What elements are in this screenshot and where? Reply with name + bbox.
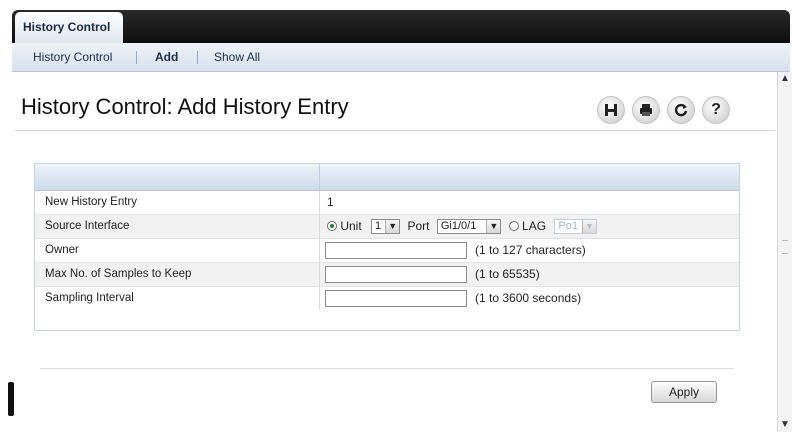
top-tab-bar — [12, 10, 790, 43]
refresh-icon[interactable] — [667, 96, 695, 124]
chevron-down-icon: ▼ — [581, 220, 596, 234]
new-history-entry-label: New History Entry — [45, 196, 138, 208]
bottom-divider — [40, 368, 734, 369]
history-entry-form: New History Entry 1 Source Interface Uni… — [34, 163, 740, 331]
tab-history-control[interactable]: History Control — [15, 12, 123, 43]
lag-radio[interactable] — [508, 221, 519, 231]
unit-label: Unit — [340, 219, 362, 233]
scroll-grip-icon[interactable] — [782, 240, 788, 254]
port-select[interactable]: Gi1/0/1 ▼ — [436, 219, 502, 235]
subnav-separator — [197, 51, 198, 64]
lag-select-value: Po1 — [558, 220, 578, 233]
side-handle[interactable] — [8, 382, 14, 416]
help-icon[interactable]: ? — [702, 96, 730, 124]
print-icon[interactable] — [632, 96, 660, 124]
source-interface-label: Source Interface — [45, 220, 130, 232]
form-row-max-samples: Max No. of Samples to Keep (1 to 65535) — [35, 263, 739, 287]
apply-button[interactable]: Apply — [651, 381, 717, 403]
max-samples-label: Max No. of Samples to Keep — [45, 268, 192, 280]
save-icon[interactable] — [597, 96, 625, 124]
subnav-history-control[interactable]: History Control — [33, 43, 112, 71]
chevron-down-icon[interactable]: ▼ — [486, 220, 501, 234]
form-row-owner: Owner (1 to 127 characters) — [35, 239, 739, 263]
vertical-scrollbar[interactable]: ▲ ▼ — [777, 72, 792, 432]
port-select-value: Gi1/0/1 — [440, 220, 477, 233]
unit-radio[interactable] — [327, 221, 337, 231]
sub-navigation: History Control Add Show All — [12, 43, 790, 72]
title-divider — [15, 130, 775, 131]
owner-label: Owner — [45, 244, 79, 256]
unit-select[interactable]: 1 ▼ — [371, 219, 401, 235]
scroll-down-icon[interactable]: ▼ — [778, 418, 792, 432]
subnav-add[interactable]: Add — [155, 43, 178, 71]
chevron-down-icon[interactable]: ▼ — [385, 220, 400, 234]
help-glyph: ? — [711, 101, 721, 118]
form-row-new-history-entry: New History Entry 1 — [35, 191, 739, 215]
form-header — [35, 164, 739, 191]
subnav-separator — [136, 51, 137, 64]
max-samples-hint: (1 to 65535) — [475, 267, 540, 281]
sampling-interval-hint: (1 to 3600 seconds) — [475, 291, 582, 305]
form-row-sampling-interval: Sampling Interval (1 to 3600 seconds) — [35, 287, 739, 310]
column-divider — [319, 164, 320, 190]
unit-select-value: 1 — [375, 220, 382, 233]
owner-hint: (1 to 127 characters) — [475, 243, 586, 257]
lag-label: LAG — [522, 219, 547, 233]
page-title: History Control: Add History Entry — [21, 94, 349, 119]
form-row-source-interface: Source Interface Unit 1 ▼ Port Gi1/0/1 ▼… — [35, 215, 739, 239]
port-label: Port — [407, 219, 430, 233]
sampling-interval-label: Sampling Interval — [45, 292, 134, 304]
lag-select: Po1 ▼ — [554, 219, 597, 235]
subnav-show-all[interactable]: Show All — [214, 43, 260, 71]
source-interface-controls: Unit 1 ▼ Port Gi1/0/1 ▼ LAG Po1 ▼ — [327, 215, 597, 238]
sampling-interval-input[interactable] — [325, 290, 467, 307]
scroll-up-icon[interactable]: ▲ — [778, 72, 792, 86]
new-history-entry-value: 1 — [327, 195, 334, 209]
max-samples-input[interactable] — [325, 266, 467, 283]
owner-input[interactable] — [325, 242, 467, 259]
